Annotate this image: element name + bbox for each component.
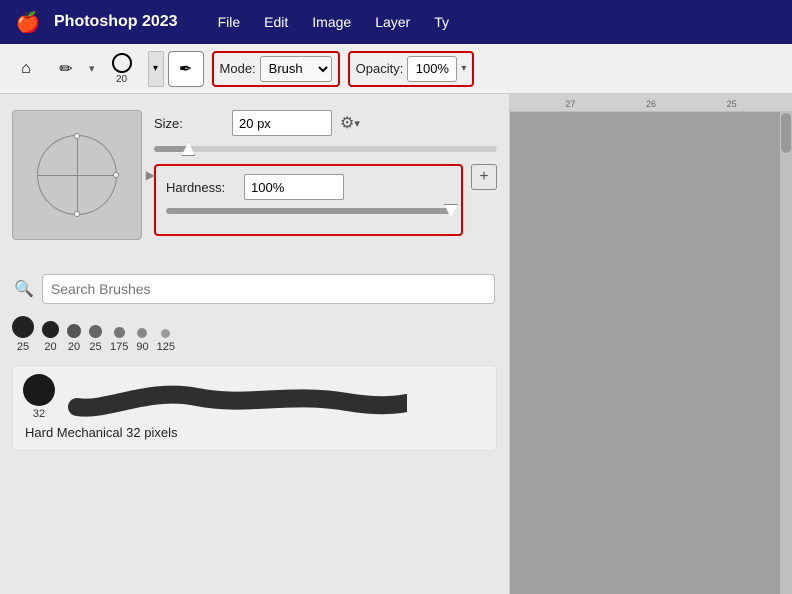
brush-size-display: 20 — [116, 74, 127, 85]
large-brush-preview: 32 — [23, 374, 55, 420]
menu-bar: 🍎 Photoshop 2023 File Edit Image Layer T… — [0, 0, 792, 44]
brush-size-dropdown[interactable]: ▾ — [148, 51, 164, 87]
brush-tool-button[interactable]: ✏ — [48, 51, 84, 87]
preset-dot — [42, 321, 59, 338]
handle-right[interactable] — [113, 172, 119, 178]
brush-stroke-preview — [67, 377, 486, 417]
menu-type[interactable]: Ty — [422, 0, 461, 44]
toolbar: ⌂ ✏ ▾ 20 ▾ ✒ Mode: Brush Normal Pencil E… — [0, 44, 792, 94]
preset-label: 90 — [136, 341, 148, 353]
gear-icon: ⚙ — [340, 113, 354, 133]
canvas-area: 27 26 25 — [510, 94, 792, 594]
brush-size-widget: 20 — [100, 51, 144, 87]
gear-dropdown-arrow: ▾ — [354, 117, 360, 130]
handle-top[interactable] — [74, 133, 80, 139]
gear-button[interactable]: ⚙ ▾ — [340, 113, 360, 133]
hardness-input[interactable] — [244, 174, 344, 200]
preset-dot — [89, 325, 102, 338]
size-slider-fill — [154, 146, 188, 152]
scroll-thumb[interactable] — [781, 113, 791, 153]
hardness-section: Hardness: — [154, 164, 463, 236]
home-button[interactable]: ⌂ — [8, 51, 44, 87]
large-brush-row[interactable]: 32 Hard Mechanical 32 pixels — [12, 365, 497, 451]
hardness-slider-row — [166, 208, 451, 214]
menu-layer[interactable]: Layer — [363, 0, 422, 44]
preset-dot — [137, 328, 147, 338]
menu-edit[interactable]: Edit — [252, 0, 300, 44]
preset-item[interactable]: 25 — [12, 316, 34, 353]
size-slider-track[interactable] — [154, 146, 497, 152]
canvas-background[interactable] — [510, 112, 792, 594]
large-brush-dot — [23, 374, 55, 406]
mode-select[interactable]: Brush Normal Pencil Erase — [260, 56, 332, 82]
scroll-bar[interactable] — [780, 112, 792, 594]
brush-panel: ▶ Size: ⚙ ▾ — [0, 94, 510, 594]
preset-item[interactable]: 90 — [136, 328, 148, 353]
brush-preview-circle — [37, 135, 117, 215]
size-slider-row — [154, 146, 497, 152]
ruler-mark-27: 27 — [565, 99, 575, 109]
brush-stroke-svg — [67, 377, 407, 417]
large-brush-inner: 32 — [23, 374, 486, 420]
preset-dot — [114, 327, 125, 338]
opacity-input[interactable] — [407, 56, 457, 82]
search-section: 🔍 — [12, 274, 497, 304]
brush-top-section: ▶ Size: ⚙ ▾ — [12, 110, 497, 258]
brush-circle-preview — [112, 53, 132, 73]
brush-preview: ▶ — [12, 110, 142, 240]
menu-file[interactable]: File — [206, 0, 253, 44]
main-area: ▶ Size: ⚙ ▾ — [0, 94, 792, 594]
large-brush-size: 32 — [33, 408, 45, 420]
apple-logo-icon[interactable]: 🍎 — [10, 0, 46, 44]
brush-presets-row: 25 20 20 25 175 90 — [12, 316, 497, 353]
hardness-label: Hardness: — [166, 180, 236, 195]
menu-image[interactable]: Image — [300, 0, 363, 44]
preset-item[interactable]: 20 — [42, 321, 59, 353]
preset-dot — [12, 316, 34, 338]
opacity-dropdown-arrow[interactable]: ▾ — [461, 63, 466, 74]
preset-label: 125 — [157, 341, 175, 353]
search-icon: 🔍 — [14, 279, 34, 299]
preset-item[interactable]: 25 — [89, 325, 102, 353]
size-row: Size: ⚙ ▾ — [154, 110, 497, 136]
hardness-slider-track[interactable] — [166, 208, 451, 214]
crosshair-vertical — [77, 136, 78, 214]
preset-item[interactable]: 125 — [157, 329, 175, 353]
ruler-mark-25: 25 — [727, 99, 737, 109]
preset-label: 25 — [17, 341, 29, 353]
preview-arrow-right: ▶ — [146, 168, 155, 182]
large-brush-label: Hard Mechanical 32 pixels — [23, 425, 179, 440]
app-name: Photoshop 2023 — [46, 13, 186, 31]
preset-label: 175 — [110, 341, 128, 353]
preset-label: 25 — [89, 341, 101, 353]
pen-icon: ✒ — [179, 59, 192, 79]
brush-controls: Size: ⚙ ▾ — [154, 110, 497, 258]
size-label: Size: — [154, 116, 224, 131]
search-input[interactable] — [42, 274, 495, 304]
handle-bottom[interactable] — [74, 211, 80, 217]
preset-item[interactable]: 175 — [110, 327, 128, 353]
add-button[interactable]: + — [471, 164, 497, 190]
preset-label: 20 — [44, 341, 56, 353]
hardness-slider-fill — [166, 208, 451, 214]
brush-dropdown-arrow[interactable]: ▾ — [89, 62, 95, 75]
preset-dot — [161, 329, 170, 338]
opacity-label: Opacity: — [356, 61, 404, 76]
mode-label: Mode: — [220, 61, 256, 76]
ruler-marks: 27 26 25 — [510, 99, 792, 109]
preset-label: 20 — [68, 341, 80, 353]
ruler-top: 27 26 25 — [510, 94, 792, 112]
hardness-row: Hardness: — [166, 174, 451, 200]
mode-group: Mode: Brush Normal Pencil Erase — [212, 51, 340, 87]
preset-item[interactable]: 20 — [67, 324, 81, 353]
home-icon: ⌂ — [21, 60, 31, 78]
pen-tool-button[interactable]: ✒ — [168, 51, 204, 87]
opacity-group: Opacity: ▾ — [348, 51, 475, 87]
preset-dot — [67, 324, 81, 338]
brush-icon: ✏ — [59, 59, 72, 79]
ruler-mark-26: 26 — [646, 99, 656, 109]
size-input[interactable] — [232, 110, 332, 136]
